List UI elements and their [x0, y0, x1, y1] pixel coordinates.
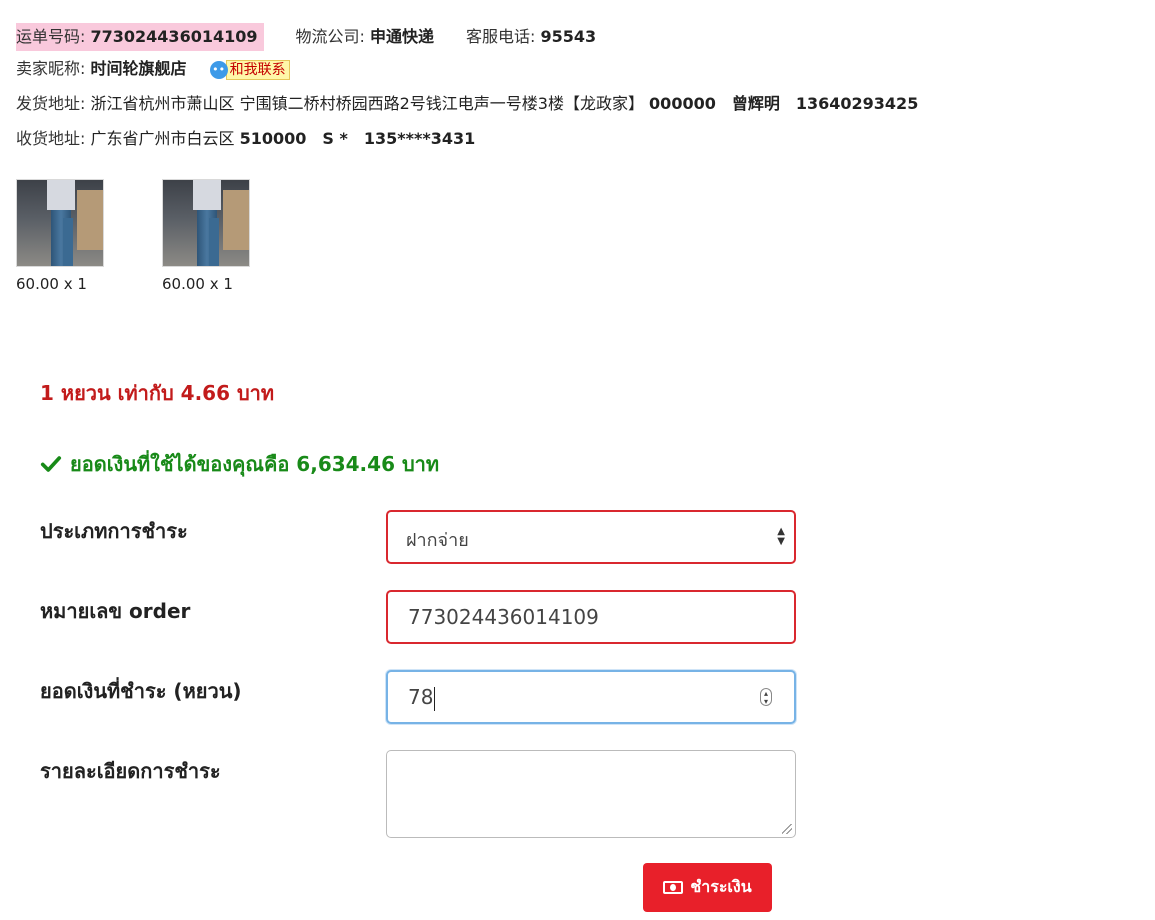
- contact-seller-label: 和我联系: [225, 59, 290, 80]
- shipment-summary: 运单号码: 773024436014109 物流公司: 申通快递 客服电话: 95…: [16, 23, 596, 51]
- order-number-input[interactable]: 773024436014109: [386, 590, 796, 644]
- courier-label: 物流公司:: [295, 27, 365, 46]
- contact-seller-button[interactable]: •• 和我联系: [209, 59, 290, 80]
- payment-details-label: รายละเอียดการชำระ: [40, 759, 221, 783]
- payment-amount-input[interactable]: 78 ▴ ▾: [386, 670, 796, 724]
- receiver-name: S *: [322, 129, 348, 148]
- sender-phone: 13640293425: [795, 94, 919, 113]
- product-price-qty: 60.00 x 1: [16, 275, 87, 293]
- product-thumbnail[interactable]: [162, 179, 250, 267]
- money-icon: [663, 881, 684, 894]
- waybill-label: 运单号码:: [16, 27, 86, 46]
- payment-type-value: ฝากจ่าย: [406, 530, 469, 551]
- checkmark-icon: [40, 456, 62, 472]
- seller-label: 卖家昵称:: [16, 59, 86, 78]
- receiver-phone: 135****3431: [363, 129, 476, 148]
- payment-type-select[interactable]: ฝากจ่าย ▲ ▼: [386, 510, 796, 564]
- sender-address: 浙江省杭州市萧山区 宁围镇二桥村桥园西路2号钱江电声一号楼3楼【龙政家】: [90, 94, 644, 113]
- receiver-postcode: 510000: [239, 129, 307, 148]
- phone-label: 客服电话:: [466, 27, 536, 46]
- product-thumbnail[interactable]: [16, 179, 104, 267]
- order-payment-page: 运单号码: 773024436014109 物流公司: 申通快递 客服电话: 95…: [0, 0, 1155, 920]
- number-spinner-icon[interactable]: ▴ ▾: [760, 688, 772, 706]
- sender-address-row: 发货地址: 浙江省杭州市萧山区 宁围镇二桥村桥园西路2号钱江电声一号楼3楼【龙政…: [16, 94, 918, 114]
- balance-row: ยอดเงินที่ใช้ได้ของคุณคือ 6,634.46 บาท: [40, 448, 439, 480]
- seller-name: 时间轮旗舰店: [90, 59, 187, 78]
- courier-name: 申通快递: [370, 27, 435, 46]
- payment-amount-value: 78: [408, 685, 436, 711]
- sender-name: 曾辉明: [731, 94, 780, 113]
- waybill-highlight: 运单号码: 773024436014109: [16, 23, 264, 51]
- select-arrows-icon: ▲ ▼: [777, 526, 785, 547]
- seller-row: 卖家昵称: 时间轮旗舰店 •• 和我联系: [16, 59, 290, 80]
- receiver-address-row: 收货地址: 广东省广州市白云区 510000 S * 135****3431: [16, 129, 475, 149]
- payment-amount-label: ยอดเงินที่ชำระ (หยวน): [40, 679, 242, 703]
- pay-button[interactable]: ชำระเงิน: [643, 863, 772, 912]
- sender-postcode: 000000: [649, 94, 716, 113]
- service-phone: 95543: [540, 27, 597, 46]
- exchange-rate-text: 1 หยวน เท่ากับ 4.66 บาท: [40, 381, 275, 405]
- chat-bubble-icon: ••: [209, 60, 228, 79]
- sender-label: 发货地址:: [16, 94, 86, 113]
- pay-button-label: ชำระเงิน: [690, 877, 752, 896]
- order-number-value: 773024436014109: [408, 605, 599, 629]
- receiver-address: 广东省广州市白云区: [90, 129, 235, 148]
- receiver-label: 收货地址:: [16, 129, 86, 148]
- balance-text: ยอดเงินที่ใช้ได้ของคุณคือ 6,634.46 บาท: [70, 452, 440, 476]
- payment-details-textarea[interactable]: [386, 750, 796, 838]
- product-price-qty: 60.00 x 1: [162, 275, 233, 293]
- resize-handle-icon[interactable]: [782, 824, 792, 834]
- order-number-label: หมายเลข order: [40, 599, 191, 623]
- waybill-number: 773024436014109: [90, 27, 258, 46]
- payment-type-label: ประเภทการชำระ: [40, 519, 188, 543]
